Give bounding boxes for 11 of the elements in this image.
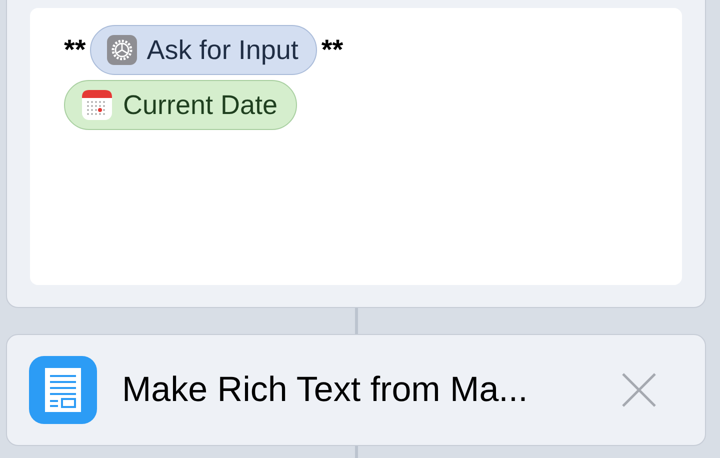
variable-token[interactable]: Current Date [64, 80, 297, 130]
variable-token[interactable]: Ask for Input [90, 25, 318, 75]
document-icon [29, 356, 97, 424]
gear-icon [106, 35, 137, 65]
text-span: ** [321, 33, 344, 67]
action-card[interactable]: Make Rich Text from Ma... [6, 334, 706, 446]
close-icon[interactable] [621, 372, 657, 408]
text-area[interactable]: ** Ask for Input ** Current Date [30, 8, 682, 285]
action-title: Make Rich Text from Ma... [122, 368, 529, 411]
text-span: ** [64, 33, 86, 67]
calendar-icon [81, 89, 113, 121]
